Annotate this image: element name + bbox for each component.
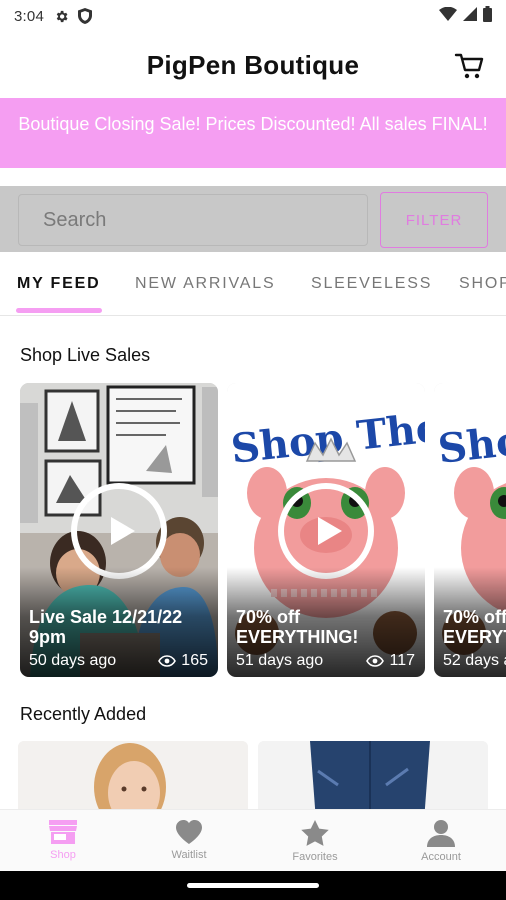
search-input[interactable]: Search: [18, 194, 368, 246]
cart-button[interactable]: [454, 50, 486, 82]
live-sale-age: 51 days ago: [236, 652, 324, 669]
wifi-icon: [439, 6, 457, 25]
active-tab-indicator: [16, 308, 102, 313]
product-thumbnail: [258, 741, 488, 809]
heart-icon: [176, 820, 202, 844]
tab-my-feed[interactable]: MY FEED: [17, 275, 100, 293]
nav-favorites[interactable]: Favorites: [252, 810, 378, 872]
live-sale-age: 50 days ago: [29, 652, 117, 669]
app-title: PigPen Boutique: [146, 49, 360, 80]
view-count: 117: [366, 652, 415, 670]
tab-new-arrivals[interactable]: NEW ARRIVALS: [135, 275, 275, 293]
eye-icon: [366, 655, 385, 667]
home-gesture-handle[interactable]: [187, 883, 319, 888]
live-sale-title: Live Sale 12/21/22 9pm: [29, 607, 183, 647]
nav-label: Account: [421, 851, 461, 863]
settings-gear-icon: [52, 7, 70, 25]
star-icon: [301, 820, 329, 846]
sale-banner: Boutique Closing Sale! Prices Discounted…: [0, 98, 506, 168]
nav-label: Waitlist: [171, 849, 207, 861]
live-sale-age: 52 days ago: [443, 652, 506, 669]
play-button[interactable]: [278, 483, 374, 579]
play-icon: [111, 517, 135, 545]
status-time: 3:04: [14, 7, 44, 25]
recently-added-heading: Recently Added: [20, 704, 147, 724]
live-sale-title: 70% off EVERYTHING!: [443, 607, 506, 647]
live-sale-card[interactable]: Live Sale 12/21/22 9pm 50 days ago 165: [20, 383, 218, 677]
live-sales-heading: Shop Live Sales: [20, 345, 151, 365]
search-placeholder: Search: [43, 208, 107, 231]
app-header: PigPen Boutique: [0, 32, 506, 98]
nav-label: Favorites: [292, 851, 338, 863]
eye-icon: [158, 655, 177, 667]
shield-icon: [76, 7, 94, 25]
nav-shop[interactable]: Shop: [0, 810, 126, 872]
view-count-value: 117: [389, 652, 415, 669]
nav-account[interactable]: Account: [378, 810, 504, 872]
account-icon: [427, 820, 455, 847]
bottom-navigation: Shop Waitlist Favorites Account: [0, 809, 506, 871]
play-icon: [318, 517, 342, 545]
view-count-value: 165: [181, 652, 208, 669]
play-button[interactable]: [71, 483, 167, 579]
product-card[interactable]: [258, 741, 488, 809]
nav-label: Shop: [50, 849, 76, 861]
battery-icon: [483, 6, 492, 26]
recently-added-list[interactable]: [0, 741, 506, 809]
search-bar: Search FILTER: [0, 186, 506, 252]
shop-icon: [49, 820, 77, 844]
product-thumbnail: [18, 741, 248, 809]
cell-signal-icon: [463, 7, 477, 25]
system-gesture-bar: [0, 871, 506, 900]
live-sale-meta: 52 days ago: [443, 652, 506, 670]
tab-shop[interactable]: SHOP: [459, 275, 506, 293]
filter-button[interactable]: FILTER: [380, 192, 488, 248]
category-tabs: MY FEED NEW ARRIVALS SLEEVELESS SHOP: [0, 258, 506, 316]
live-sales-carousel[interactable]: Live Sale 12/21/22 9pm 50 days ago 165 S…: [0, 383, 506, 677]
status-bar: 3:04: [0, 0, 506, 32]
live-sale-meta: 51 days ago 117: [236, 652, 415, 670]
live-sale-title: 70% off EVERYTHING!: [236, 607, 359, 647]
live-sale-card[interactable]: Shop The Replay 70% off EVERYTHING! 52 d…: [434, 383, 506, 677]
live-sale-card[interactable]: Shop The Replay 70% off EVERYTHING! 51 d…: [227, 383, 425, 677]
tab-sleeveless[interactable]: SLEEVELESS: [311, 275, 432, 293]
view-count: 165: [158, 652, 208, 670]
product-card[interactable]: [18, 741, 248, 809]
nav-waitlist[interactable]: Waitlist: [126, 810, 252, 872]
live-sale-meta: 50 days ago 165: [29, 652, 208, 670]
cart-icon: [454, 53, 484, 79]
